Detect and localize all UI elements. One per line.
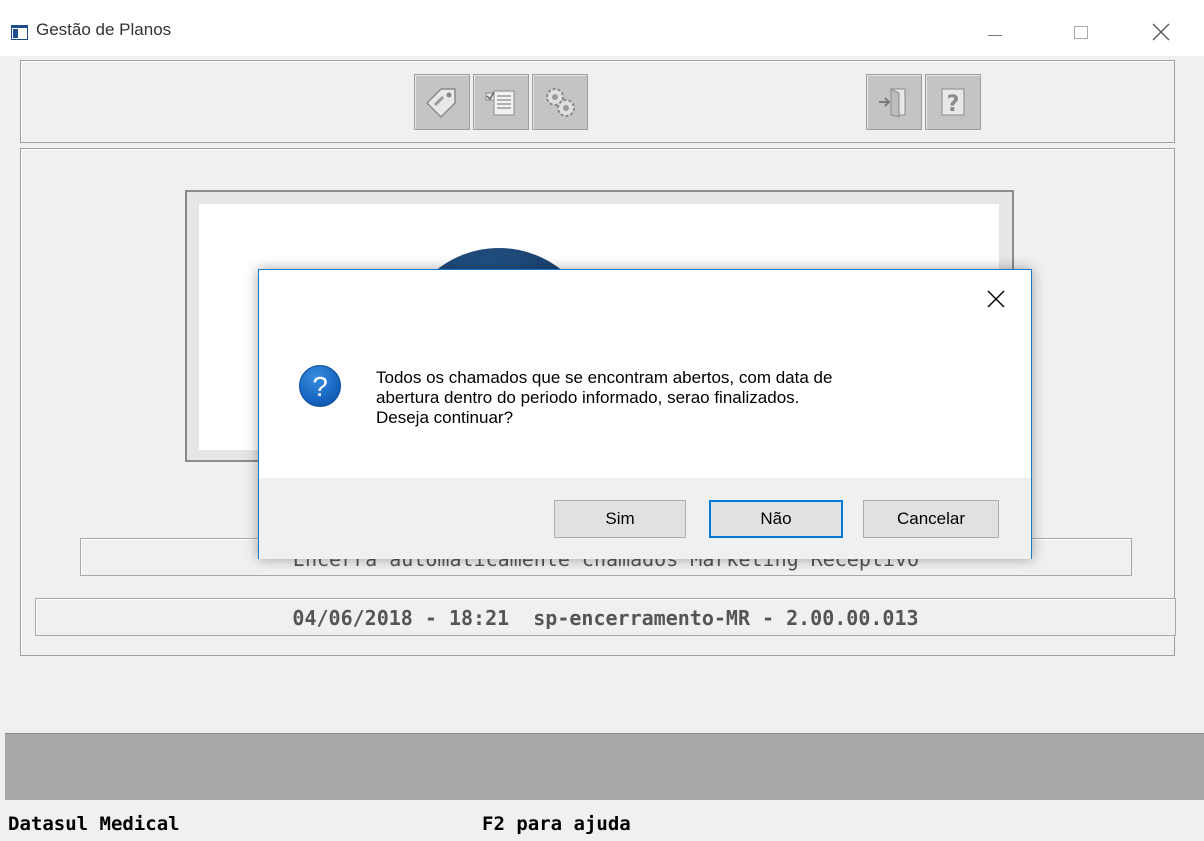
toolbar-help-button[interactable]: ? <box>925 74 981 130</box>
toolbar-tag-button[interactable] <box>414 74 470 130</box>
minimize-icon <box>988 34 1002 36</box>
minimize-button[interactable] <box>972 12 1018 52</box>
message-area <box>5 733 1204 800</box>
title-bar: Gestão de Planos <box>0 0 1204 56</box>
maximize-button[interactable] <box>1058 12 1104 52</box>
status-bar: Datasul Medical F2 para ajuda <box>0 800 1204 841</box>
no-button[interactable]: Não <box>709 500 843 538</box>
status-system-name: Datasul Medical <box>8 813 180 835</box>
program-version: 04/06/2018 - 18:21 sp-encerramento-MR - … <box>35 598 1176 636</box>
question-icon: ? <box>299 365 341 407</box>
close-window-button[interactable] <box>1138 12 1184 52</box>
status-help-hint: F2 para ajuda <box>482 813 631 835</box>
cancel-button[interactable]: Cancelar <box>863 500 999 538</box>
checklist-icon <box>485 90 515 116</box>
confirm-dialog: ? Todos os chamados que se encontram abe… <box>258 269 1032 559</box>
dialog-message: Todos os chamados que se encontram abert… <box>376 368 833 427</box>
toolbar-exit-button[interactable] <box>866 74 922 130</box>
toolbar-checklist-button[interactable] <box>473 74 529 130</box>
window-title: Gestão de Planos <box>36 20 172 39</box>
toolbar: ? <box>20 60 1175 143</box>
app-icon[interactable] <box>11 25 28 40</box>
gears-icon <box>546 88 575 117</box>
exit-door-icon <box>879 88 906 118</box>
help-icon: ? <box>941 88 965 117</box>
tag-icon <box>425 88 456 119</box>
toolbar-gears-button[interactable] <box>532 74 588 130</box>
close-icon <box>1152 23 1170 41</box>
close-icon <box>987 290 1005 308</box>
dialog-close-button[interactable] <box>981 284 1011 314</box>
maximize-icon <box>1074 25 1088 39</box>
yes-button[interactable]: Sim <box>554 500 686 538</box>
svg-text:?: ? <box>947 92 960 117</box>
dialog-button-bar: Sim Não Cancelar <box>259 478 1031 559</box>
